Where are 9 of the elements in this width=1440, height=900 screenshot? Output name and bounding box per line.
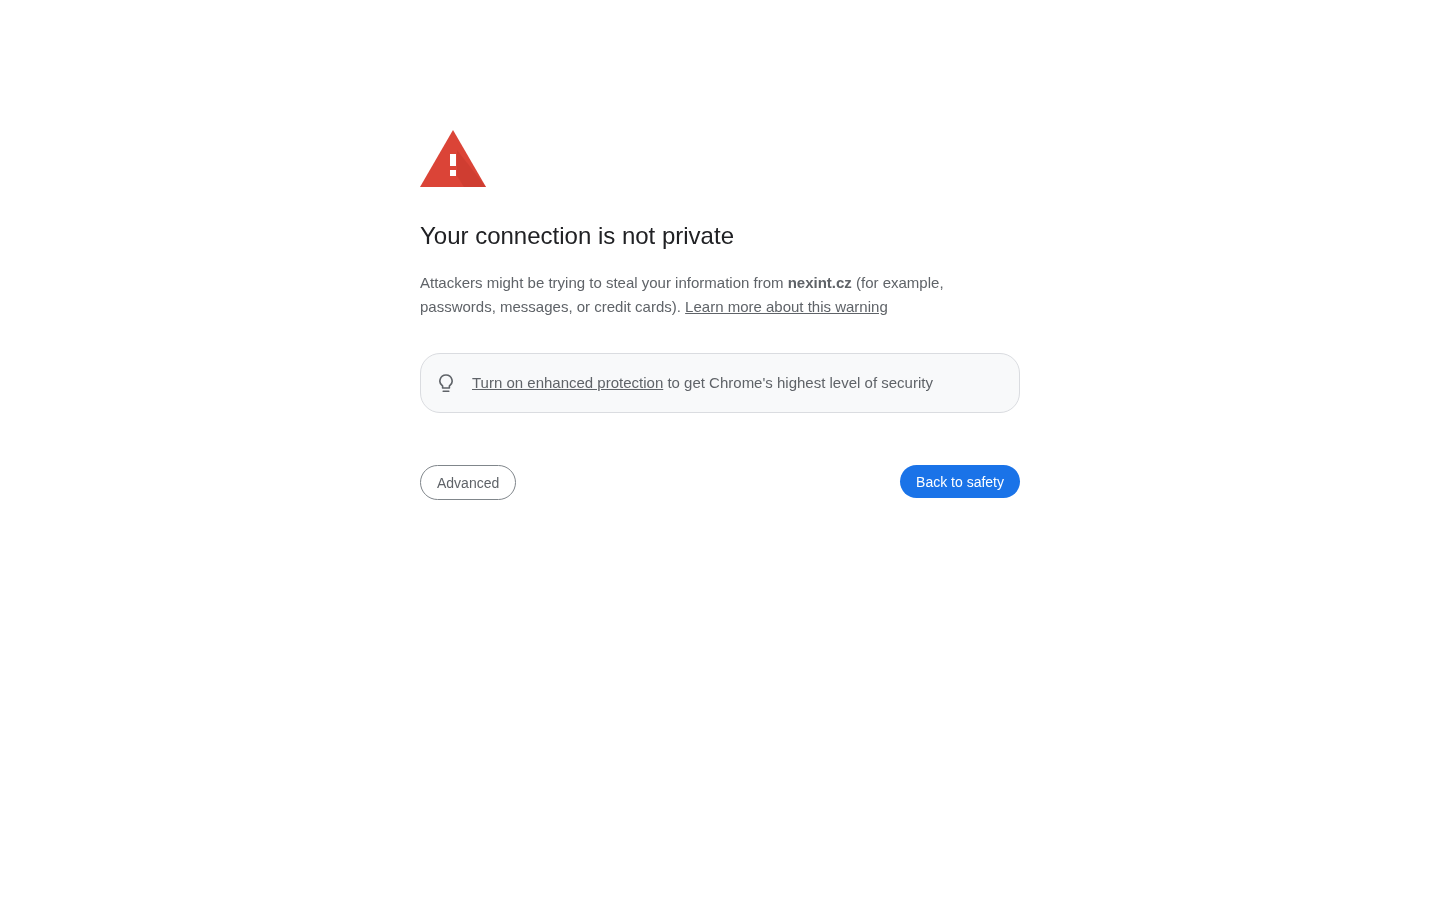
learn-more-link[interactable]: Learn more about this warning xyxy=(685,298,888,315)
warning-triangle-icon xyxy=(420,130,486,187)
warning-description: Attackers might be trying to steal your information from nexint.cz (for example, passwords, messages, or credit cards). Learn more about this warning xyxy=(420,273,945,317)
page-heading: Your connection is not private xyxy=(420,221,735,251)
back-to-safety-button[interactable]: Back to safety xyxy=(900,465,1020,498)
enhanced-protection-text: Turn on enhanced protection to get Chrome's highest level of security xyxy=(472,373,933,393)
lightbulb-icon xyxy=(439,373,453,393)
advanced-button[interactable]: Advanced xyxy=(420,465,517,500)
enhanced-protection-link[interactable]: Turn on enhanced protection xyxy=(472,374,664,391)
